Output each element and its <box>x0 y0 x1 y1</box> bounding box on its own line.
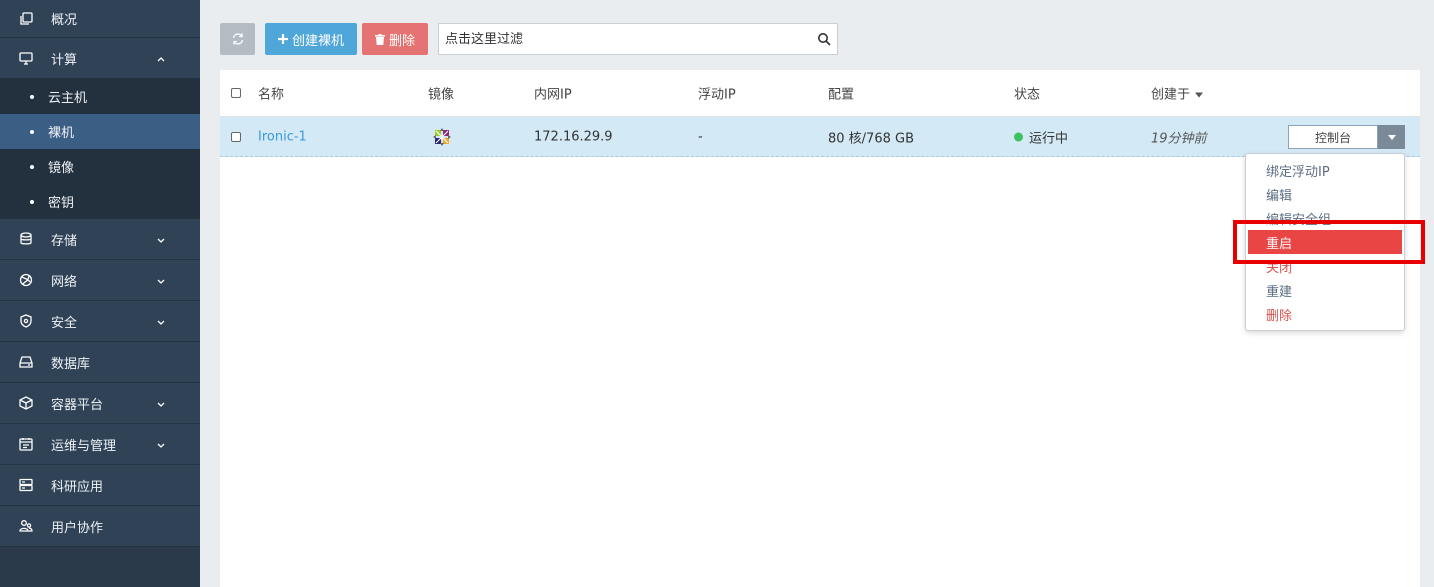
toolbar: 创建裸机 删除 <box>220 23 838 55</box>
sidebar-item-storage[interactable]: 存储 <box>0 219 200 260</box>
sidebar-item-label: 运维与管理 <box>51 438 117 454</box>
server-icon <box>18 477 34 493</box>
menu-item-shutdown[interactable]: 关闭 <box>1246 254 1404 278</box>
sidebar-item-collaboration[interactable]: 用户协作 <box>0 506 200 547</box>
create-button-label: 创建裸机 <box>291 33 344 49</box>
bullet-icon <box>30 164 34 169</box>
filter-input[interactable] <box>445 31 817 47</box>
console-button-group: 控制台 <box>1288 125 1405 149</box>
row-status: 运行中 <box>1014 127 1068 146</box>
header-name: 名称 <box>258 87 285 103</box>
menu-item-edit[interactable]: 编辑 <box>1246 182 1404 206</box>
chevron-up-icon <box>156 53 166 63</box>
menu-item-reboot[interactable]: 重启 <box>1248 230 1402 254</box>
sidebar-item-label: 概况 <box>51 13 78 28</box>
baremetal-table: 名称 镜像 内网IP 浮动IP 配置 状态 创建于 Ironic-1 172.1… <box>220 70 1420 587</box>
sidebar-item-label: 容器平台 <box>51 397 104 413</box>
chevron-down-icon <box>156 439 166 449</box>
menu-item-bind-floating-ip[interactable]: 绑定浮动IP <box>1246 158 1404 182</box>
row-private-ip: 172.16.29.9 <box>534 129 613 144</box>
globe-icon <box>18 272 34 288</box>
delete-button[interactable]: 删除 <box>362 23 428 55</box>
sidebar-item-security[interactable]: 安全 <box>0 301 200 342</box>
header-config: 配置 <box>828 87 855 103</box>
bullet-icon <box>30 199 34 204</box>
console-dropdown-toggle[interactable] <box>1378 125 1405 149</box>
row-created: 19分钟前 <box>1151 131 1207 146</box>
refresh-button[interactable] <box>220 23 255 55</box>
sidebar-subitem-image[interactable]: 镜像 <box>0 149 200 184</box>
sidebar-item-ops[interactable]: 运维与管理 <box>0 424 200 465</box>
sort-desc-icon <box>1195 92 1204 98</box>
sidebar-subitem-label: 裸机 <box>48 126 75 141</box>
refresh-icon <box>231 32 245 46</box>
chevron-down-icon <box>156 234 166 244</box>
sidebar-subitem-keypair[interactable]: 密钥 <box>0 184 200 219</box>
header-status: 状态 <box>1014 87 1041 103</box>
cube-icon <box>18 395 34 411</box>
row-status-label: 运行中 <box>1029 131 1069 146</box>
status-running-icon <box>1014 132 1023 141</box>
calendar-icon <box>18 436 34 452</box>
search-icon[interactable] <box>817 32 831 46</box>
menu-item-delete[interactable]: 删除 <box>1246 302 1404 326</box>
row-floating-ip: - <box>698 129 703 144</box>
sidebar-item-compute[interactable]: 计算 <box>0 38 200 79</box>
trash-icon <box>374 33 385 45</box>
sidebar-item-label: 安全 <box>51 315 78 331</box>
database-icon <box>18 231 34 247</box>
header-private-ip: 内网IP <box>534 87 572 103</box>
sidebar-subitem-label: 镜像 <box>48 161 75 176</box>
sidebar-item-database[interactable]: 数据库 <box>0 342 200 383</box>
menu-item-rebuild[interactable]: 重建 <box>1246 278 1404 302</box>
monitor-icon <box>18 50 34 66</box>
shield-icon <box>18 313 34 329</box>
plus-icon <box>277 34 288 44</box>
sidebar-subitem-vm[interactable]: 云主机 <box>0 79 200 114</box>
row-name-link[interactable]: Ironic-1 <box>258 129 307 144</box>
sidebar-item-label: 用户协作 <box>51 520 104 536</box>
sidebar-item-label: 存储 <box>51 233 78 249</box>
sidebar-subitem-label: 密钥 <box>48 196 75 211</box>
actions-dropdown-menu: 绑定浮动IP 编辑 编辑安全组 重启 关闭 重建 删除 <box>1245 153 1405 331</box>
sidebar-item-label: 计算 <box>51 52 78 68</box>
sidebar-item-container-platform[interactable]: 容器平台 <box>0 383 200 424</box>
bullet-icon <box>30 129 34 134</box>
sidebar-subitem-label: 云主机 <box>48 91 88 106</box>
header-image: 镜像 <box>428 87 455 103</box>
menu-item-edit-security-group[interactable]: 编辑安全组 <box>1246 206 1404 230</box>
table-header: 名称 镜像 内网IP 浮动IP 配置 状态 创建于 <box>220 70 1420 117</box>
select-all-checkbox[interactable] <box>231 88 241 98</box>
bullet-icon <box>30 94 34 99</box>
chevron-down-icon <box>156 398 166 408</box>
row-checkbox[interactable] <box>231 131 241 142</box>
header-created[interactable]: 创建于 <box>1151 84 1204 103</box>
delete-button-label: 删除 <box>388 33 415 49</box>
sidebar-subitem-baremetal[interactable]: 裸机 <box>0 114 200 149</box>
drive-icon <box>18 354 34 370</box>
sidebar-item-label: 数据库 <box>51 356 91 372</box>
row-config: 80 核/768 GB <box>828 131 914 146</box>
caret-down-icon <box>1387 134 1396 140</box>
filter-box <box>438 23 838 55</box>
copy-icon <box>18 11 34 27</box>
sidebar-item-research-apps[interactable]: 科研应用 <box>0 465 200 506</box>
sidebar-item-network[interactable]: 网络 <box>0 260 200 301</box>
chevron-down-icon <box>156 275 166 285</box>
sidebar-item-label: 科研应用 <box>51 479 104 495</box>
sidebar-item-overview[interactable]: 概况 <box>0 0 200 38</box>
sidebar-item-label: 网络 <box>51 274 78 290</box>
users-icon <box>18 518 34 534</box>
header-created-label: 创建于 <box>1151 87 1191 103</box>
header-floating-ip: 浮动IP <box>698 87 736 103</box>
console-button[interactable]: 控制台 <box>1288 125 1378 149</box>
table-row[interactable]: Ironic-1 172.16.29.9 - 80 核/768 GB 运行中 1… <box>220 117 1420 157</box>
chevron-down-icon <box>156 316 166 326</box>
sidebar: 概况 计算 云主机 裸机 镜像 密钥 存储 网络 安全 数据库 容器平台 运维与… <box>0 0 200 587</box>
create-baremetal-button[interactable]: 创建裸机 <box>265 23 357 55</box>
centos-logo-icon <box>432 127 452 147</box>
